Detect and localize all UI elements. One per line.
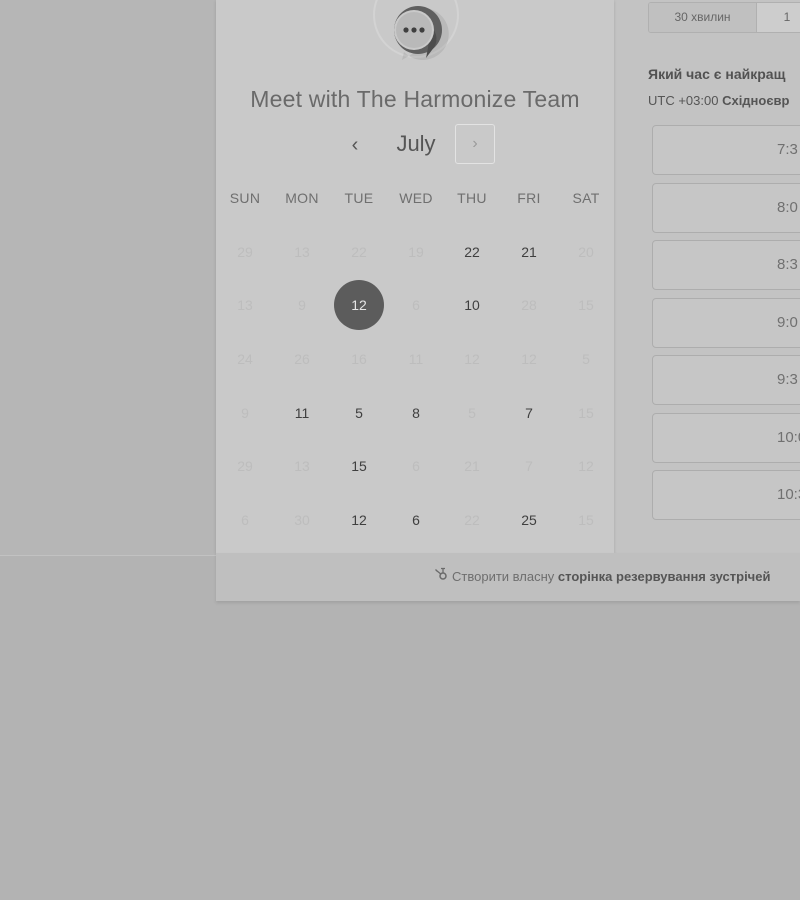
calendar-day: 15 xyxy=(578,405,594,421)
calendar-day: 6 xyxy=(412,458,420,474)
calendar-day: 29 xyxy=(237,458,253,474)
calendar-day: 16 xyxy=(351,351,367,367)
time-slot-label: 10:0 xyxy=(777,429,800,446)
duration-option-1[interactable]: 1 xyxy=(757,3,800,32)
time-slot-button[interactable]: 10:3 xyxy=(652,470,800,520)
calendar-day: 29 xyxy=(237,244,253,260)
weekday-label: WED xyxy=(399,190,433,206)
calendar-day: 6 xyxy=(412,297,420,313)
create-booking-page-link[interactable]: Створити власну сторінка резервування зу… xyxy=(434,567,770,584)
timezone-offset: UTC +03:00 xyxy=(648,93,719,108)
chat-bubble-icon xyxy=(394,6,449,61)
weekday-label: TUE xyxy=(344,190,374,206)
time-slot-button[interactable]: 9:0 xyxy=(652,298,800,348)
calendar-day: 5 xyxy=(582,351,590,367)
time-question: Який час є найкращ xyxy=(648,66,786,82)
calendar-day: 6 xyxy=(241,512,249,528)
calendar-day[interactable]: 11 xyxy=(277,388,327,438)
calendar-day: 15 xyxy=(578,297,594,313)
calendar-day: 5 xyxy=(468,405,476,421)
calendar-day: 21 xyxy=(464,458,480,474)
hubspot-sprocket-icon xyxy=(434,567,448,584)
calendar-day: 11 xyxy=(408,351,424,367)
calendar-day[interactable]: 10 xyxy=(447,280,497,330)
calendar-day: 13 xyxy=(294,458,310,474)
footer-text-normal: Створити власну xyxy=(452,569,555,584)
time-slot-button[interactable]: 8:0 xyxy=(652,183,800,233)
weekday-label: SAT xyxy=(572,190,600,206)
timezone-selector[interactable]: UTC +03:00 Східноєвр xyxy=(648,93,789,108)
calendar-day: 22 xyxy=(351,244,367,260)
calendar-day: 30 xyxy=(294,512,310,528)
calendar-day: 9 xyxy=(241,405,249,421)
calendar-day: 7 xyxy=(525,458,533,474)
calendar-day: 24 xyxy=(237,351,253,367)
calendar-day[interactable]: 25 xyxy=(504,495,554,545)
calendar-day[interactable]: 12 xyxy=(334,495,384,545)
calendar-day: 12 xyxy=(521,351,537,367)
time-slot-label: 8:3 xyxy=(777,256,798,273)
next-month-button[interactable]: › xyxy=(455,124,495,164)
calendar-day: 19 xyxy=(408,244,424,260)
calendar-day: 28 xyxy=(521,297,537,313)
calendar-day[interactable]: 22 xyxy=(447,227,497,277)
calendar-day: 12 xyxy=(578,458,594,474)
calendar-day: 20 xyxy=(578,244,594,260)
meeting-title: Meet with The Harmonize Team xyxy=(250,86,580,112)
calendar-day: 13 xyxy=(237,297,253,313)
duration-option-30[interactable]: 30 хвилин xyxy=(649,3,757,32)
weekday-label: MON xyxy=(285,190,319,206)
time-slot-button[interactable]: 9:3 xyxy=(652,355,800,405)
time-slot-label: 9:0 xyxy=(777,314,798,331)
time-slot-label: 9:3 xyxy=(777,371,798,388)
weekday-header: SUN MON TUE WED THU FRI SAT xyxy=(216,190,614,210)
calendar-panel: Meet with The Harmonize Team ‹ July › SU… xyxy=(216,0,614,553)
calendar-day: 12 xyxy=(464,351,480,367)
calendar-day: 15 xyxy=(578,512,594,528)
duration-toggle: 30 хвилин 1 xyxy=(648,2,800,33)
footer-bar: Створити власну сторінка резервування зу… xyxy=(216,553,800,601)
calendar-day[interactable]: 5 xyxy=(334,388,384,438)
time-slot-label: 7:3 xyxy=(777,141,798,158)
weekday-label: FRI xyxy=(517,190,541,206)
calendar-day[interactable]: 6 xyxy=(391,495,441,545)
calendar-day[interactable]: 15 xyxy=(334,441,384,491)
calendar-day: 26 xyxy=(294,351,310,367)
time-slot-label: 8:0 xyxy=(777,199,798,216)
month-label: July xyxy=(396,131,436,156)
calendar-day[interactable]: 8 xyxy=(391,388,441,438)
time-slot-button[interactable]: 8:3 xyxy=(652,240,800,290)
chevron-left-icon: ‹ xyxy=(351,134,359,156)
weekday-label: SUN xyxy=(229,190,261,206)
time-slot-button[interactable]: 7:3 xyxy=(652,125,800,175)
prev-month-button[interactable]: ‹ xyxy=(344,130,366,160)
calendar-day: 22 xyxy=(464,512,480,528)
calendar-day-selected[interactable]: 12 xyxy=(334,280,384,330)
calendar-day: 9 xyxy=(298,297,306,313)
calendar-day: 13 xyxy=(294,244,310,260)
time-slot-button[interactable]: 10:0 xyxy=(652,413,800,463)
time-slot-panel: 30 хвилин 1 Який час є найкращ UTC +03:0… xyxy=(614,0,800,555)
weekday-label: THU xyxy=(457,190,487,206)
chevron-right-icon: › xyxy=(472,135,478,152)
footer-text-bold: сторінка резервування зустрічей xyxy=(557,569,771,584)
calendar-day[interactable]: 7 xyxy=(504,388,554,438)
timezone-name: Східноєвр xyxy=(722,93,790,108)
time-slot-label: 10:3 xyxy=(777,486,800,503)
calendar-day[interactable]: 21 xyxy=(504,227,554,277)
